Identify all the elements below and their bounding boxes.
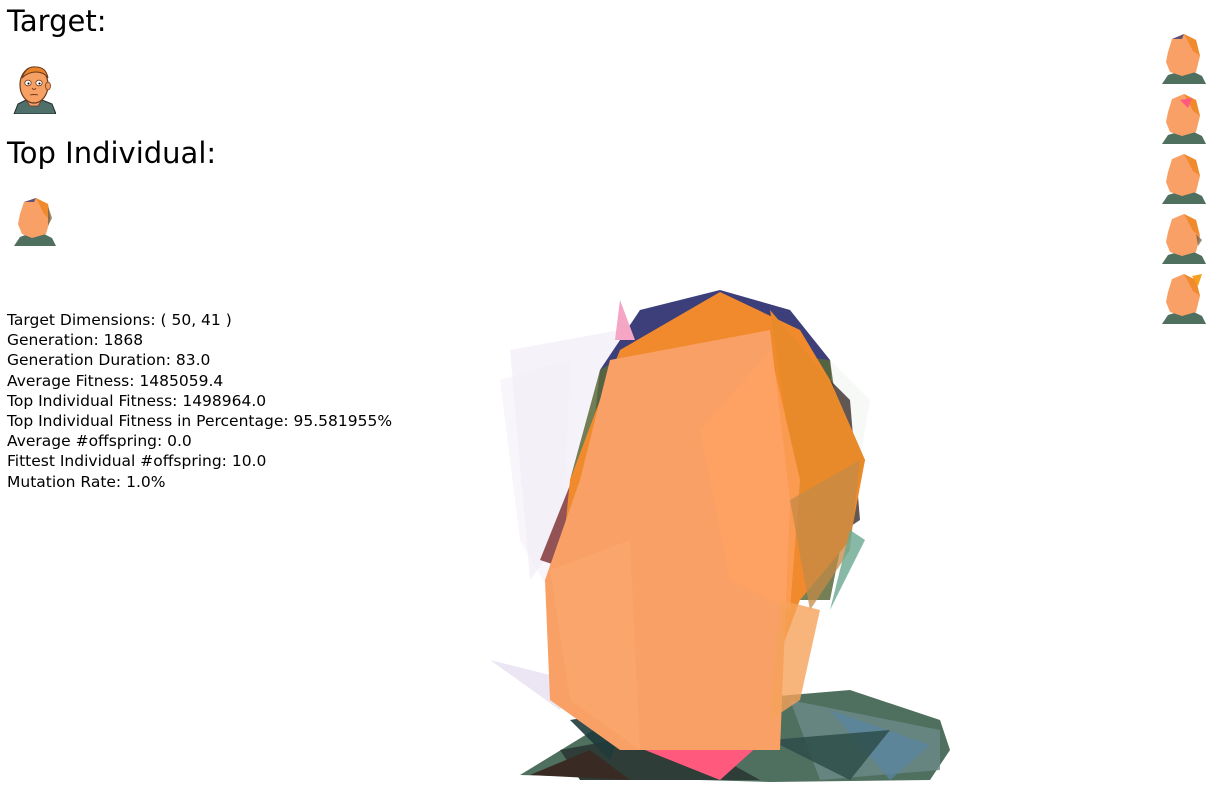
statistics-panel: Target Dimensions: ( 50, 41 ) Generation…	[7, 310, 392, 492]
top-individual-heading: Top Individual:	[7, 136, 217, 170]
population-individual	[1160, 32, 1206, 84]
top-individual-thumbnail	[14, 198, 56, 246]
population-individual	[1160, 212, 1206, 264]
population-individual	[1160, 272, 1206, 324]
stat-generation: Generation: 1868	[7, 331, 144, 350]
population-column	[1160, 32, 1208, 332]
top-individual-image	[12, 196, 56, 246]
evolved-polygon-render	[490, 290, 950, 782]
population-individual-image	[1162, 274, 1206, 324]
stat-generation-duration: Generation Duration: 83.0	[7, 351, 211, 370]
stat-fittest-offspring: Fittest Individual #offspring: 10.0	[7, 452, 267, 471]
target-image	[12, 64, 56, 114]
target-heading: Target:	[7, 4, 107, 38]
stat-average-fitness: Average Fitness: 1485059.4	[7, 371, 224, 390]
stat-top-fitness-percentage: Top Individual Fitness in Percentage: 95…	[7, 412, 393, 431]
target-face-image	[13, 66, 56, 114]
evolved-image-canvas	[470, 280, 970, 785]
stat-top-individual-fitness: Top Individual Fitness: 1498964.0	[7, 391, 267, 410]
population-individual	[1160, 152, 1206, 204]
population-individual-image	[1162, 154, 1206, 204]
stat-average-offspring: Average #offspring: 0.0	[7, 432, 192, 451]
population-individual-image	[1162, 94, 1206, 144]
population-individual	[1160, 92, 1206, 144]
population-individual-image	[1162, 214, 1206, 264]
stat-mutation-rate: Mutation Rate: 1.0%	[7, 472, 166, 491]
population-individual-image	[1162, 34, 1206, 84]
stat-target-dimensions: Target Dimensions: ( 50, 41 )	[7, 311, 232, 329]
